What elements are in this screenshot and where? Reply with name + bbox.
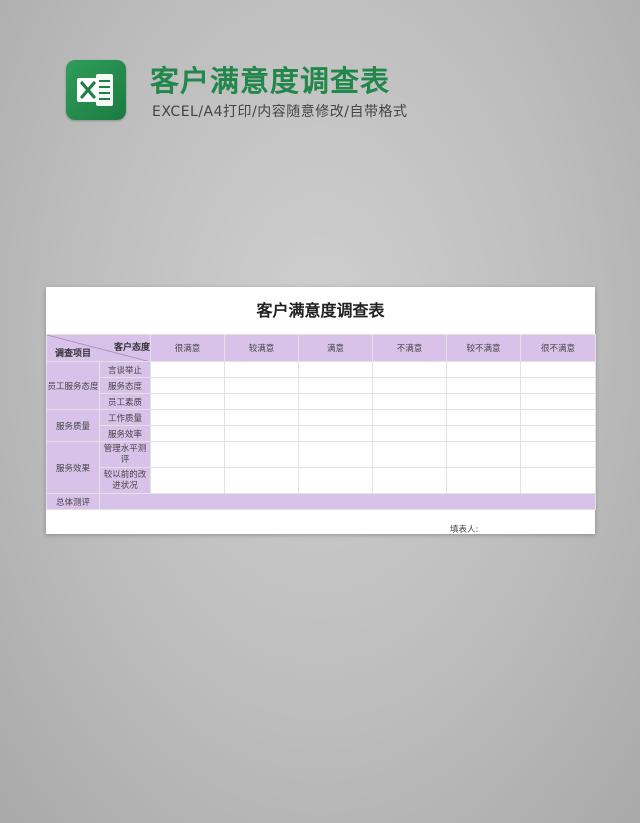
rating-cell[interactable] [446, 409, 521, 426]
rating-cell[interactable] [520, 393, 596, 410]
corner-label-item: 调查项目 [55, 349, 92, 359]
rating-cell[interactable] [520, 425, 596, 442]
rating-cell[interactable] [298, 377, 373, 394]
column-header: 满意 [298, 334, 373, 362]
rating-cell[interactable] [150, 377, 225, 394]
table-row: 员工服务态度 言谈举止 [46, 361, 596, 410]
item-label: 服务效率 [99, 425, 151, 442]
rating-cell[interactable] [150, 441, 225, 468]
rating-cell[interactable] [372, 377, 447, 394]
page-subtitle: EXCEL/A4打印/内容随意修改/自带格式 [152, 104, 408, 120]
table-row: 服务态度 [47, 377, 596, 394]
rating-cell[interactable] [298, 441, 373, 468]
column-header: 很满意 [150, 334, 225, 362]
page-title: 客户满意度调查表 [150, 64, 391, 98]
rating-cell[interactable] [150, 425, 225, 442]
rating-cell[interactable] [298, 361, 373, 378]
rating-cell[interactable] [520, 409, 596, 426]
spreadsheet-preview: 客户满意度调查表 客户态度 调查项目 很满意 较满意 满意 不满意 较不满意 很… [46, 287, 596, 535]
rating-cell[interactable] [372, 409, 447, 426]
column-header: 很不满意 [520, 334, 596, 362]
item-label: 较以前的改进状况 [99, 467, 151, 494]
group-label: 服务效果 [46, 441, 100, 494]
filler-label: 填表人: [450, 525, 479, 535]
rating-cell[interactable] [446, 393, 521, 410]
rating-cell[interactable] [372, 467, 447, 494]
sheet-title: 客户满意度调查表 [256, 301, 385, 320]
rating-cell[interactable] [150, 361, 225, 378]
rating-cell[interactable] [298, 467, 373, 494]
rating-cell[interactable] [298, 393, 373, 410]
rating-cell[interactable] [298, 425, 373, 442]
rating-cell[interactable] [520, 361, 596, 378]
excel-icon [66, 60, 126, 120]
rating-cell[interactable] [150, 467, 225, 494]
rating-cell[interactable] [224, 377, 299, 394]
total-cell[interactable] [99, 493, 596, 510]
rating-cell[interactable] [520, 377, 596, 394]
rating-cell[interactable] [520, 441, 596, 468]
rating-cell[interactable] [224, 361, 299, 378]
item-label: 员工素质 [99, 393, 151, 410]
column-header: 较不满意 [446, 334, 521, 362]
table-row: 服务效果 管理水平测评 [46, 441, 596, 494]
item-label: 管理水平测评 [99, 441, 151, 468]
rating-cell[interactable] [372, 361, 447, 378]
rating-cell[interactable] [224, 409, 299, 426]
rating-cell[interactable] [372, 441, 447, 468]
rating-cell[interactable] [224, 467, 299, 494]
rating-cell[interactable] [224, 425, 299, 442]
item-label: 言谈举止 [99, 361, 151, 378]
table-row: 服务质量 工作质量 [46, 409, 596, 442]
total-row: 总体测评 [46, 493, 596, 510]
survey-table: 客户态度 调查项目 很满意 较满意 满意 不满意 较不满意 很不满意 员工服务态… [46, 334, 596, 510]
group-label: 服务质量 [46, 409, 100, 442]
rating-cell[interactable] [446, 361, 521, 378]
rating-cell[interactable] [446, 425, 521, 442]
rating-cell[interactable] [372, 393, 447, 410]
rating-cell[interactable] [446, 377, 521, 394]
item-label: 工作质量 [99, 409, 151, 426]
rating-cell[interactable] [446, 441, 521, 468]
header-row: 客户态度 调查项目 很满意 较满意 满意 不满意 较不满意 很不满意 [46, 334, 596, 362]
total-label: 总体测评 [46, 493, 100, 510]
table-row: 较以前的改进状况 [47, 467, 596, 494]
item-label: 服务态度 [99, 377, 151, 394]
rating-cell[interactable] [446, 467, 521, 494]
corner-label-attitude: 客户态度 [113, 343, 150, 353]
column-header: 不满意 [372, 334, 447, 362]
rating-cell[interactable] [298, 409, 373, 426]
table-row: 员工素质 [47, 393, 596, 410]
column-header: 较满意 [224, 334, 299, 362]
diagonal-header-cell: 客户态度 调查项目 [46, 334, 151, 362]
rating-cell[interactable] [520, 467, 596, 494]
rating-cell[interactable] [224, 393, 299, 410]
rating-cell[interactable] [150, 393, 225, 410]
rating-cell[interactable] [150, 409, 225, 426]
table-row: 服务效率 [47, 425, 596, 442]
rating-cell[interactable] [372, 425, 447, 442]
rating-cell[interactable] [224, 441, 299, 468]
group-label: 员工服务态度 [46, 361, 100, 410]
